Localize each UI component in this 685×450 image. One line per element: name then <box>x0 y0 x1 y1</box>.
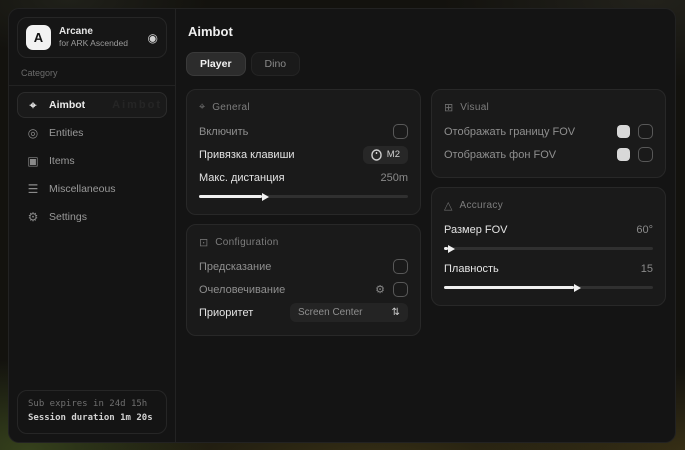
tab-dino[interactable]: Dino <box>251 52 301 76</box>
sidebar-item-entities[interactable]: ◎ Entities <box>17 120 167 146</box>
sidebar-item-settings[interactable]: ⚙ Settings <box>17 204 167 230</box>
slider-track <box>444 247 653 250</box>
fov-border-checkbox[interactable] <box>638 124 653 139</box>
page-title: Aimbot <box>188 24 666 39</box>
priority-dropdown[interactable]: Screen Center ⇅ <box>290 303 408 322</box>
smoothness-value: 15 <box>641 263 653 275</box>
priority-selected-value: Screen Center <box>298 307 362 318</box>
right-column: ⊞ Visual Отображать границу FOV Отобража… <box>431 89 666 336</box>
max-distance-slider[interactable] <box>199 192 408 201</box>
main-content: Aimbot Player Dino ⌖ General Включить <box>176 9 676 442</box>
sidebar-item-aimbot[interactable]: ⌖ Aimbot Aimbot <box>17 92 167 118</box>
smoothness-label: Плавность <box>444 263 499 275</box>
session-duration-text: Session duration 1m 20s <box>28 412 156 426</box>
slider-fill <box>199 195 262 198</box>
priority-label: Приоритет <box>199 307 253 319</box>
brand-title: Arcane <box>59 26 140 39</box>
fov-background-label: Отображать фон FOV <box>444 149 556 161</box>
session-info-card: Sub expires in 24d 15h Session duration … <box>17 390 167 434</box>
sidebar-item-label: Miscellaneous <box>49 183 116 195</box>
card-title: Configuration <box>215 237 278 248</box>
general-card-header: ⌖ General <box>199 101 408 114</box>
visual-card: ⊞ Visual Отображать границу FOV Отобража… <box>431 89 666 178</box>
prediction-label: Предсказание <box>199 261 271 273</box>
fov-size-slider[interactable] <box>444 244 653 253</box>
app-window: A Arcane for ARK Ascended ◉ Category ⌖ A… <box>8 8 676 443</box>
left-column: ⌖ General Включить Привязка клавиши <box>186 89 421 336</box>
visual-icon: ⊞ <box>444 101 453 114</box>
enable-label: Включить <box>199 126 248 138</box>
sub-expires-text: Sub expires in 24d 15h <box>28 398 156 412</box>
mouse-icon <box>371 149 382 161</box>
card-title: Visual <box>460 102 489 113</box>
smoothness-slider[interactable] <box>444 283 653 292</box>
gear-icon: ⚙ <box>26 210 40 224</box>
crosshair-icon: ⌖ <box>26 98 40 113</box>
brand-logo: A <box>26 25 51 50</box>
humanization-label: Очеловечивание <box>199 284 285 296</box>
sidebar-divider <box>9 85 175 86</box>
sliders-icon: ☰ <box>26 182 40 196</box>
brand-card: A Arcane for ARK Ascended ◉ <box>17 17 167 58</box>
sidebar-nav: ⌖ Aimbot Aimbot ◎ Entities ▣ Items ☰ Mis… <box>17 92 167 230</box>
fov-border-label: Отображать границу FOV <box>444 126 575 138</box>
priority-row: Приоритет Screen Center ⇅ <box>199 301 408 324</box>
configuration-card: ⊡ Configuration Предсказание Очеловечива… <box>186 224 421 336</box>
brand-settings-icon[interactable]: ◉ <box>148 31 158 45</box>
humanization-row: Очеловечивание ⚙ <box>199 278 408 301</box>
prediction-row: Предсказание <box>199 255 408 278</box>
keybind-row: Привязка клавиши M2 <box>199 143 408 166</box>
enable-checkbox[interactable] <box>393 124 408 139</box>
smoothness-row: Плавность 15 <box>444 257 653 280</box>
humanization-checkbox[interactable] <box>393 282 408 297</box>
target-icon: ⌖ <box>199 101 205 114</box>
config-icon: ⊡ <box>199 236 208 249</box>
fov-size-row: Размер FOV 60° <box>444 218 653 241</box>
fov-border-color-swatch[interactable] <box>617 125 630 138</box>
sidebar: A Arcane for ARK Ascended ◉ Category ⌖ A… <box>9 9 176 442</box>
accuracy-card: △ Accuracy Размер FOV 60° Плавность 1 <box>431 187 666 306</box>
selector-arrows-icon: ⇅ <box>392 307 400 318</box>
humanization-gear-icon[interactable]: ⚙ <box>375 283 385 296</box>
accuracy-card-header: △ Accuracy <box>444 199 653 212</box>
nav-ghost-watermark: Aimbot <box>112 99 162 111</box>
max-distance-row: Макс. дистанция 250m <box>199 166 408 189</box>
tab-bar: Player Dino <box>186 52 666 76</box>
brand-text: Arcane for ARK Ascended <box>59 26 140 49</box>
keybind-label: Привязка клавиши <box>199 149 295 161</box>
card-grid: ⌖ General Включить Привязка клавиши <box>186 89 666 336</box>
general-card: ⌖ General Включить Привязка клавиши <box>186 89 421 215</box>
box-icon: ▣ <box>26 154 40 168</box>
max-distance-label: Макс. дистанция <box>199 172 285 184</box>
configuration-card-header: ⊡ Configuration <box>199 236 408 249</box>
slider-fill <box>444 286 574 289</box>
sidebar-item-items[interactable]: ▣ Items <box>17 148 167 174</box>
sidebar-item-label: Entities <box>49 127 83 139</box>
fov-size-label: Размер FOV <box>444 224 507 236</box>
fov-background-row: Отображать фон FOV <box>444 143 653 166</box>
category-label: Category <box>21 68 165 78</box>
scan-icon: ◎ <box>26 126 40 140</box>
fov-border-row: Отображать границу FOV <box>444 120 653 143</box>
max-distance-value: 250m <box>380 172 408 184</box>
keybind-value: M2 <box>387 149 400 160</box>
prediction-checkbox[interactable] <box>393 259 408 274</box>
sidebar-item-label: Items <box>49 155 75 167</box>
fov-background-checkbox[interactable] <box>638 147 653 162</box>
card-title: General <box>212 102 250 113</box>
sidebar-item-label: Aimbot <box>49 99 85 111</box>
fov-size-value: 60° <box>636 224 653 236</box>
triangle-icon: △ <box>444 199 452 212</box>
fov-background-color-swatch[interactable] <box>617 148 630 161</box>
sidebar-item-miscellaneous[interactable]: ☰ Miscellaneous <box>17 176 167 202</box>
keybind-button[interactable]: M2 <box>363 146 408 164</box>
card-title: Accuracy <box>459 200 503 211</box>
slider-fill <box>444 247 448 250</box>
tab-player[interactable]: Player <box>186 52 246 76</box>
visual-card-header: ⊞ Visual <box>444 101 653 114</box>
sidebar-item-label: Settings <box>49 211 87 223</box>
brand-subtitle: for ARK Ascended <box>59 38 140 49</box>
enable-row: Включить <box>199 120 408 143</box>
